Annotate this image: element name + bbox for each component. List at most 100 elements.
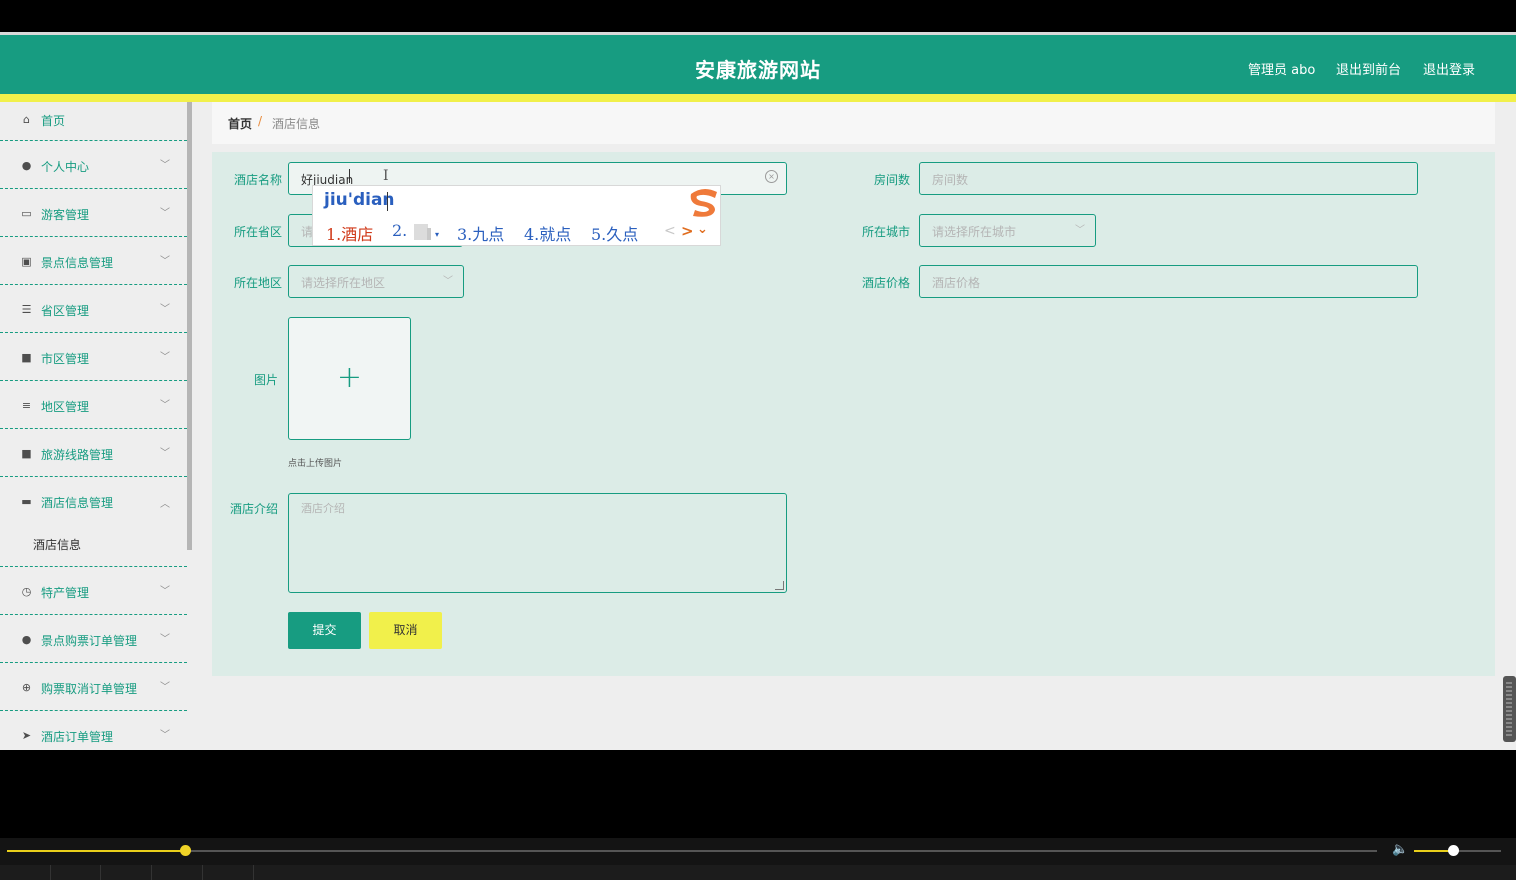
ime-candidate-4[interactable]: 4.就点 — [524, 221, 571, 245]
area-placeholder: 请选择所在地区 — [301, 276, 386, 290]
chevron-down-icon: ﹀ — [160, 160, 170, 171]
sidebar-item-label: 个人中心 — [41, 160, 90, 174]
ime-prev-page-icon[interactable]: < — [664, 223, 676, 239]
sidebar-item-label: 市区管理 — [41, 352, 90, 366]
sidebar-item-label: 景点购票订单管理 — [41, 634, 138, 648]
ime-candidate-2-image-part — [427, 228, 431, 240]
side-scroll-handle[interactable] — [1503, 676, 1516, 742]
sidebar-item-personal-center[interactable]: ● 个人中心 ﹀ — [0, 141, 187, 189]
send-icon: ➤ — [21, 729, 32, 742]
chevron-down-icon: ﹀ — [160, 682, 170, 693]
seek-knob[interactable] — [180, 845, 192, 856]
seek-progress — [7, 850, 186, 852]
seek-bar[interactable] — [7, 845, 1377, 856]
ime-candidate-5[interactable]: 5.久点 — [591, 221, 638, 245]
admin-label: 管理员 abo — [1248, 63, 1316, 78]
text-caret — [349, 169, 350, 183]
sidebar-subitem-hotel-info[interactable]: 酒店信息 — [0, 525, 187, 567]
clock-icon: ◷ — [21, 585, 32, 598]
area-select[interactable]: 请选择所在地区 ﹀ — [288, 265, 464, 298]
ime-candidate-2[interactable]: 2. — [392, 221, 407, 240]
city-placeholder: 请选择所在城市 — [932, 225, 1017, 239]
sidebar-item-label: 特产管理 — [41, 586, 90, 600]
player-tab[interactable] — [0, 865, 51, 880]
chevron-down-icon: ﹀ — [1075, 225, 1085, 236]
sidebar-item-areas[interactable]: ≡ 地区管理 ﹀ — [0, 381, 187, 429]
sidebar-item-hotel-orders[interactable]: ➤ 酒店订单管理 ﹀ — [0, 711, 187, 750]
intro-label: 酒店介绍 — [229, 502, 278, 516]
sidebar-item-label: 首页 — [41, 114, 66, 128]
sidebar-item-hotel-info[interactable]: ▬ 酒店信息管理 ︿ — [0, 477, 187, 525]
ime-candidate-window: jiu'dian 1.酒店 2. ▾ 3.九点 4.就点 5.久点 < > ⌄ — [312, 185, 721, 246]
ime-candidate-3[interactable]: 3.九点 — [457, 221, 504, 245]
sidebar-item-ticket-orders[interactable]: ● 景点购票订单管理 ﹀ — [0, 615, 187, 663]
chevron-down-icon: ﹀ — [160, 400, 170, 411]
volume-slider[interactable] — [1414, 845, 1501, 856]
ime-caret — [387, 192, 388, 211]
image-upload-box[interactable]: + — [288, 317, 411, 440]
sidebar-item-label: 购票取消订单管理 — [41, 682, 138, 696]
cancel-button[interactable]: 取消 — [369, 612, 442, 649]
player-tab[interactable] — [50, 865, 101, 880]
sidebar-item-routes[interactable]: ■ 旅游线路管理 ﹀ — [0, 429, 187, 477]
sidebar-subitem-label: 酒店信息 — [33, 538, 82, 552]
ime-pinyin: jiu'dian — [324, 190, 395, 210]
sidebar-item-home[interactable]: ⌂ 首页 — [0, 102, 187, 141]
breadcrumb-home[interactable]: 首页 — [228, 115, 252, 132]
chevron-down-icon: ﹀ — [160, 634, 170, 645]
ime-candidate-2-image — [414, 224, 428, 240]
chevron-down-icon: ﹀ — [160, 352, 170, 363]
list-icon: ☰ — [21, 303, 32, 316]
intro-textarea[interactable]: 酒店介绍 — [288, 493, 787, 593]
sogou-logo-icon — [690, 188, 717, 217]
chat-icon: ▬ — [21, 495, 32, 508]
area-label: 所在地区 — [233, 276, 282, 290]
sidebar-item-specialties[interactable]: ◷ 特产管理 ﹀ — [0, 567, 187, 615]
hotel-name-label: 酒店名称 — [233, 173, 282, 187]
sidebar-item-label: 旅游线路管理 — [41, 448, 114, 462]
header-accent-bar — [0, 94, 1516, 102]
chevron-down-icon: ﹀ — [160, 586, 170, 597]
logout-link[interactable]: 退出登录 — [1423, 59, 1475, 78]
volume-knob[interactable] — [1448, 845, 1460, 856]
sidebar-item-provinces[interactable]: ☰ 省区管理 ﹀ — [0, 285, 187, 333]
ime-next-page-icon[interactable]: > — [681, 222, 694, 240]
ime-expand-icon[interactable]: ⌄ — [697, 222, 708, 237]
sidebar-scrollbar[interactable] — [187, 102, 192, 550]
player-tab[interactable] — [101, 865, 152, 880]
room-count-input[interactable]: 房间数 — [919, 162, 1418, 195]
sidebar-item-ticket-cancellations[interactable]: ⊕ 购票取消订单管理 ﹀ — [0, 663, 187, 711]
sidebar-item-label: 酒店信息管理 — [41, 496, 114, 510]
sidebar-item-visitors[interactable]: ▭ 游客管理 ﹀ — [0, 189, 187, 237]
id-card-icon: ▭ — [21, 207, 32, 220]
city-select[interactable]: 请选择所在城市 ﹀ — [919, 214, 1096, 247]
clear-icon[interactable]: × — [765, 170, 778, 183]
exit-to-front-link[interactable]: 退出到前台 — [1336, 59, 1401, 78]
crosshair-icon: ⊕ — [21, 681, 32, 694]
province-label: 所在省区 — [233, 225, 282, 239]
chevron-down-icon: ﹀ — [443, 276, 453, 287]
sidebar-item-scenic-spots[interactable]: ▣ 景点信息管理 ﹀ — [0, 237, 187, 285]
resize-grip-icon[interactable] — [775, 581, 784, 590]
app-window: 安康旅游网站 管理员 abo 退出到前台 退出登录 ⌂ 首页 ● 个人中心 ﹀ … — [0, 32, 1516, 750]
sliders-icon: ≡ — [21, 399, 32, 412]
price-input[interactable]: 酒店价格 — [919, 265, 1418, 298]
player-bottom-bar — [0, 865, 1516, 880]
sidebar-item-label: 酒店订单管理 — [41, 730, 114, 744]
volume-icon[interactable]: 🔈 — [1392, 842, 1408, 857]
sidebar-item-cities[interactable]: ■ 市区管理 ﹀ — [0, 333, 187, 381]
price-label: 酒店价格 — [861, 276, 910, 290]
sidebar-item-label: 省区管理 — [41, 304, 90, 318]
user-icon: ● — [21, 633, 32, 646]
player-tab[interactable] — [152, 865, 203, 880]
plus-icon: + — [336, 360, 363, 395]
submit-button[interactable]: 提交 — [288, 612, 361, 649]
chevron-down-icon: ﹀ — [160, 448, 170, 459]
grip-icon — [1506, 682, 1512, 736]
ime-candidate-1[interactable]: 1.酒店 — [326, 221, 373, 245]
chevron-down-icon: ﹀ — [160, 256, 170, 267]
video-player-controls: 🔈 — [0, 838, 1516, 880]
breadcrumb: 首页 / 酒店信息 — [212, 102, 1495, 144]
clipboard-icon: ▣ — [21, 255, 32, 268]
player-tab[interactable] — [203, 865, 254, 880]
